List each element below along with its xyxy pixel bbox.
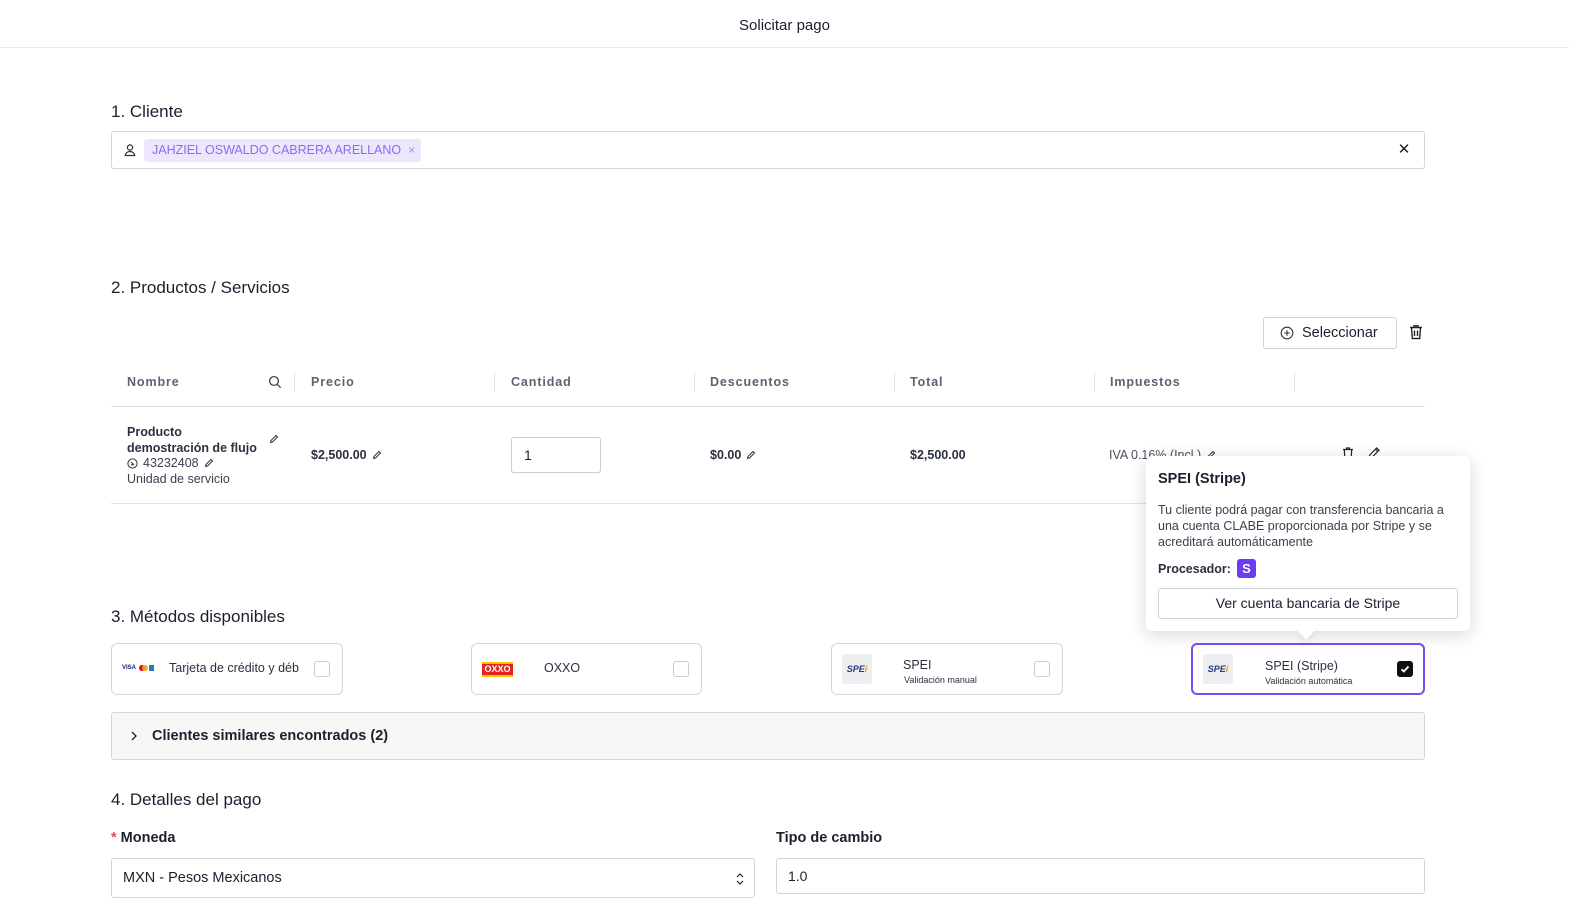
top-bar: Solicitar pago [0, 0, 1569, 48]
method-label: OXXO [544, 661, 581, 675]
col-separator [294, 372, 295, 392]
col-nombre: Nombre [127, 375, 180, 389]
remove-tag-icon[interactable]: × [408, 139, 415, 162]
product-code-value: 43232408 [143, 456, 199, 470]
method-label: SPEI (Stripe) [1265, 659, 1338, 673]
clear-client-icon[interactable]: ✕ [1396, 142, 1412, 158]
barcode-circle-icon [127, 457, 138, 469]
col-separator [894, 372, 895, 392]
method-card-spei-stripe[interactable]: SPEi SPEI (Stripe) Validación automática [1191, 643, 1425, 695]
price-cell: $2,500.00 [311, 448, 382, 462]
edit-pencil-icon[interactable] [372, 450, 382, 460]
price-value: $2,500.00 [311, 448, 367, 462]
currency-label-text: Moneda [120, 830, 176, 846]
payment-section-title: 4. Detalles del pago [111, 790, 262, 809]
total-value: $2,500.00 [910, 448, 966, 462]
method-checkbox[interactable] [673, 661, 689, 677]
method-card-spei[interactable]: SPEi SPEI Validación manual [831, 643, 1063, 695]
method-checkbox-checked[interactable] [1397, 661, 1413, 677]
discount-value: $0.00 [710, 448, 742, 462]
method-checkbox[interactable] [314, 661, 330, 677]
discount-cell: $0.00 [710, 448, 756, 462]
product-name: Producto demostración de flujo [127, 425, 257, 455]
products-table-header: Nombre Precio Cantidad Descuentos Total … [111, 366, 1425, 407]
selected-client-tag[interactable]: JAHZIEL OSWALDO CABRERA ARELLANO × [144, 139, 422, 162]
currency-value: MXN - Pesos Mexicanos [123, 870, 282, 886]
popover-processor: Procesador: S [1158, 559, 1256, 578]
quantity-input[interactable]: 1 [511, 437, 601, 473]
spei-logo-mark: i [864, 664, 868, 674]
client-section-title: 1. Cliente [111, 102, 183, 121]
edit-pencil-icon[interactable] [746, 450, 756, 460]
page-title: Solicitar pago [739, 17, 830, 34]
trash-icon[interactable] [1407, 323, 1425, 341]
popover-description: Tu cliente podrá pagar con transferencia… [1158, 503, 1444, 549]
currency-label: * Moneda [111, 830, 175, 846]
product-code: 43232408 [127, 456, 214, 470]
col-total: Total [910, 375, 944, 389]
method-sublabel: Validación manual [904, 675, 977, 685]
col-descuentos: Descuentos [710, 375, 790, 389]
user-icon [124, 144, 136, 157]
col-cantidad: Cantidad [511, 375, 572, 389]
required-mark: * [111, 830, 117, 846]
mastercard-orange-dot [142, 665, 148, 671]
edit-pencil-icon[interactable] [269, 434, 279, 444]
currency-select[interactable]: MXN - Pesos Mexicanos [111, 858, 755, 898]
amex-mark [149, 665, 154, 671]
method-label: Tarjeta de crédito y déb [169, 661, 299, 675]
method-card-oxxo[interactable]: OXXO OXXO [471, 643, 702, 695]
chevron-right-icon [131, 731, 137, 741]
visa-logo-text: VISA [122, 665, 137, 671]
select-products-button[interactable]: Seleccionar [1263, 317, 1397, 349]
edit-pencil-icon[interactable] [204, 458, 214, 468]
popover-arrow [1297, 622, 1315, 640]
spei-logo-mark: i [1225, 664, 1229, 674]
exchange-rate-label: Tipo de cambio [776, 830, 883, 846]
oxxo-logo: OXXO [482, 662, 513, 677]
view-stripe-account-button[interactable]: Ver cuenta bancaria de Stripe [1158, 588, 1458, 619]
method-label: SPEI [903, 658, 932, 672]
col-separator [494, 372, 495, 392]
method-checkbox[interactable] [1034, 661, 1050, 677]
col-precio: Precio [311, 375, 355, 389]
similar-clients-accordion[interactable]: Clientes similares encontrados (2) [111, 712, 1425, 760]
col-separator [1094, 372, 1095, 392]
checkmark-icon [1400, 665, 1410, 673]
col-separator [694, 372, 695, 392]
spei-logo: SPEi [842, 654, 872, 684]
products-section-title: 2. Productos / Servicios [111, 278, 290, 297]
spei-logo: SPEi [1203, 654, 1233, 684]
client-search-field[interactable]: JAHZIEL OSWALDO CABRERA ARELLANO × ✕ [111, 131, 1425, 169]
col-impuestos: Impuestos [1110, 375, 1181, 389]
stripe-logo-icon: S [1236, 559, 1256, 578]
exchange-rate-input[interactable]: 1.0 [776, 858, 1425, 894]
chevron-updown-icon [736, 873, 744, 885]
col-separator [1294, 372, 1295, 392]
processor-label: Procesador: [1158, 561, 1231, 576]
search-icon[interactable] [268, 375, 282, 389]
spei-logo-text: SPE [1207, 664, 1226, 674]
total-cell: $2,500.00 [910, 448, 966, 462]
methods-section-title: 3. Métodos disponibles [111, 607, 285, 626]
select-products-label: Seleccionar [1302, 325, 1378, 341]
popover-title: SPEI (Stripe) [1158, 471, 1246, 487]
plus-circle-icon [1280, 326, 1294, 340]
method-card-card[interactable]: VISA Tarjeta de crédito y déb [111, 643, 343, 695]
spei-logo-text: SPE [846, 664, 865, 674]
card-brands-icon: VISA [122, 660, 154, 678]
method-sublabel: Validación automática [1265, 676, 1353, 686]
spei-stripe-popover: SPEI (Stripe) Tu cliente podrá pagar con… [1146, 456, 1470, 640]
product-unit: Unidad de servicio [127, 472, 230, 486]
similar-clients-label: Clientes similares encontrados (2) [152, 728, 389, 744]
selected-client-name: JAHZIEL OSWALDO CABRERA ARELLANO [152, 143, 402, 157]
